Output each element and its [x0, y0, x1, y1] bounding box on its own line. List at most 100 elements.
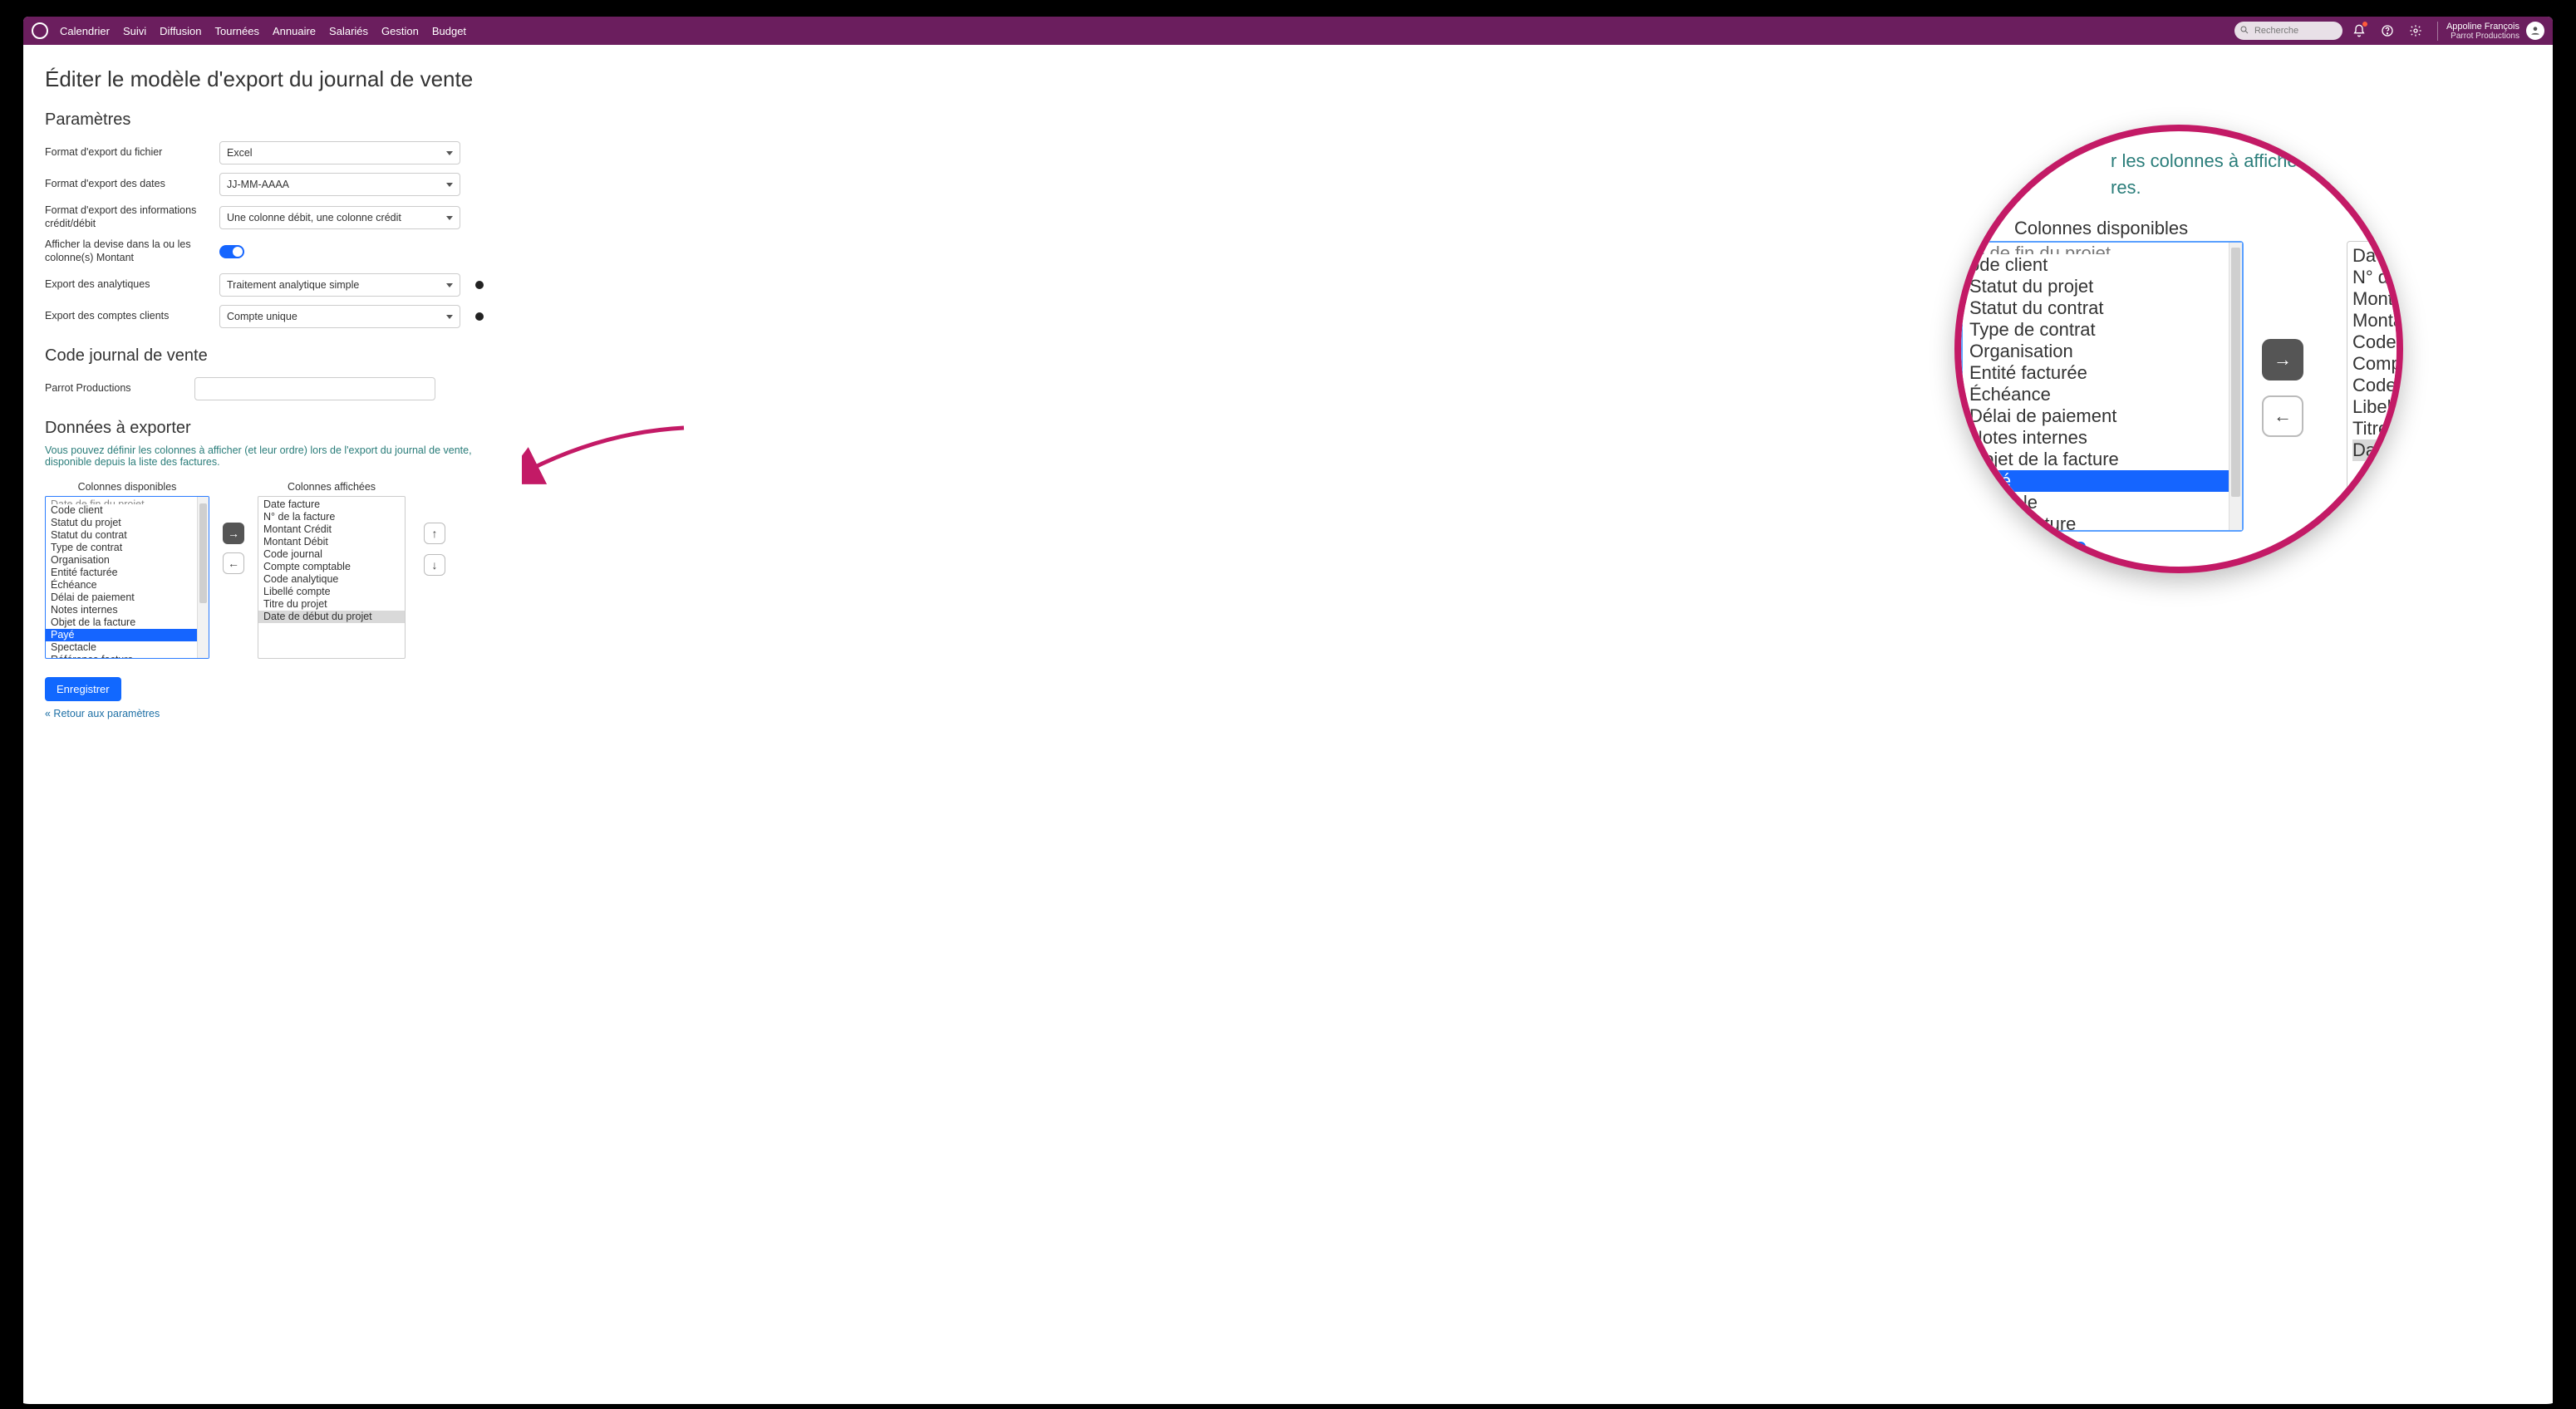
- back-link[interactable]: « Retour aux paramètres: [45, 708, 2531, 719]
- list-item[interactable]: Notes internes: [46, 604, 197, 616]
- move-up-button[interactable]: ↑: [424, 523, 445, 544]
- list-item[interactable]: Délai de paiement: [1963, 405, 2229, 427]
- list-item[interactable]: Type de contrat: [46, 542, 197, 554]
- client-accounts-select[interactable]: Compte unique: [219, 305, 460, 328]
- page-title: Éditer le modèle d'export du journal de …: [45, 66, 2531, 92]
- list-item[interactable]: Statut du projet: [46, 517, 197, 529]
- list-item[interactable]: Délai de paiement: [46, 592, 197, 604]
- move-right-button[interactable]: →: [2262, 339, 2303, 380]
- nav-item[interactable]: Suivi: [123, 25, 146, 37]
- move-left-button[interactable]: ←: [2262, 395, 2303, 437]
- user-block[interactable]: Appoline François Parrot Productions: [2437, 22, 2544, 41]
- available-cols-listbox-zoom[interactable]: te de fin du projet ode clientStatut du …: [1961, 241, 2244, 532]
- list-item[interactable]: Compte comptable: [258, 561, 405, 573]
- nav-item[interactable]: Gestion: [381, 25, 419, 37]
- bell-icon[interactable]: [2347, 19, 2371, 42]
- list-item[interactable]: Statut du contrat: [1963, 297, 2229, 319]
- move-right-button[interactable]: →: [223, 523, 244, 544]
- list-item[interactable]: Entité facturée: [1963, 362, 2229, 384]
- gear-icon[interactable]: [2404, 19, 2427, 42]
- help-text: Vous pouvez définir les colonnes à affic…: [45, 444, 494, 468]
- list-item[interactable]: Titre: [2352, 418, 2397, 439]
- list-item[interactable]: Code client: [46, 504, 197, 517]
- scrollbar[interactable]: [197, 497, 209, 658]
- move-down-button[interactable]: ↓: [424, 554, 445, 576]
- credit-debit-label: Format d'export des informations crédit/…: [45, 204, 219, 230]
- nav-item[interactable]: Budget: [432, 25, 466, 37]
- list-item[interactable]: N° d: [2352, 267, 2397, 288]
- list-item[interactable]: Spectacle: [46, 641, 197, 654]
- available-cols-title: Colonnes disponibles: [45, 481, 209, 493]
- list-item[interactable]: Code journal: [258, 548, 405, 561]
- magnifier-callout: r les colonnes à afficher (et leu res. C…: [1954, 125, 2403, 573]
- list-item[interactable]: Date: [2352, 439, 2397, 461]
- nav-item[interactable]: Diffusion: [160, 25, 201, 37]
- analytics-select[interactable]: Traitement analytique simple: [219, 273, 460, 297]
- list-item[interactable]: Code analytique: [258, 573, 405, 586]
- nav-item[interactable]: Annuaire: [273, 25, 316, 37]
- date-format-label: Format d'export des dates: [45, 178, 219, 191]
- help-icon[interactable]: [2376, 19, 2399, 42]
- avatar-icon: [2526, 22, 2544, 40]
- code-input[interactable]: [194, 377, 435, 400]
- available-cols-listbox[interactable]: Date de fin du projet Code clientStatut …: [45, 496, 209, 659]
- info-icon[interactable]: [475, 281, 484, 289]
- nav-item[interactable]: Tournées: [215, 25, 259, 37]
- list-item[interactable]: Notes internes: [1963, 427, 2229, 449]
- list-item[interactable]: Échéance: [1963, 384, 2229, 405]
- user-org: Parrot Productions: [2446, 32, 2519, 41]
- file-format-label: Format d'export du fichier: [45, 146, 219, 160]
- list-item[interactable]: Objet de la facture: [1963, 449, 2229, 470]
- list-item[interactable]: Type de contrat: [1963, 319, 2229, 341]
- info-icon[interactable]: [475, 312, 484, 321]
- list-item[interactable]: Échéance: [46, 579, 197, 592]
- top-nav: Calendrier Suivi Diffusion Tournées Annuaire…: [23, 17, 2553, 45]
- file-format-select[interactable]: Excel: [219, 141, 460, 164]
- list-item[interactable]: Libellé compte: [258, 586, 405, 598]
- list-item[interactable]: Montant Débit: [258, 536, 405, 548]
- date-format-select[interactable]: JJ-MM-AAAA: [219, 173, 460, 196]
- list-item[interactable]: Titre du projet: [258, 598, 405, 611]
- list-item[interactable]: Libelle: [2352, 396, 2397, 418]
- list-item[interactable]: Code a: [2352, 375, 2397, 396]
- list-item[interactable]: Payé: [1963, 470, 2229, 492]
- list-item[interactable]: Entité facturée: [46, 567, 197, 579]
- list-item[interactable]: Montant Crédit: [258, 523, 405, 536]
- help-text-fragment: res.: [2111, 176, 2372, 199]
- shown-cols-listbox[interactable]: Date factureN° de la factureMontant Créd…: [258, 496, 406, 659]
- scrollbar[interactable]: [2229, 243, 2242, 530]
- list-item[interactable]: Statut du contrat: [46, 529, 197, 542]
- search-input[interactable]: Recherche: [2234, 22, 2342, 40]
- list-item[interactable]: te de fin du projet: [1963, 243, 2229, 254]
- available-cols-title: Colonnes disponibles: [2014, 218, 2188, 239]
- list-item[interactable]: ode client: [1963, 254, 2229, 276]
- move-left-button[interactable]: ←: [223, 552, 244, 574]
- list-item[interactable]: Organisation: [46, 554, 197, 567]
- nav-item[interactable]: Calendrier: [60, 25, 110, 37]
- list-item[interactable]: Code j: [2352, 331, 2397, 353]
- list-item[interactable]: Organisation: [1963, 341, 2229, 362]
- list-item[interactable]: Date facture: [258, 498, 405, 511]
- list-item[interactable]: Date de début du projet: [258, 611, 405, 623]
- nav-item[interactable]: Salariés: [329, 25, 368, 37]
- help-text-fragment: r les colonnes à afficher (et leu: [2111, 150, 2359, 171]
- list-item[interactable]: Objet de la facture: [46, 616, 197, 629]
- list-item[interactable]: pectacle: [1963, 492, 2229, 513]
- list-item[interactable]: Da: [2352, 245, 2397, 267]
- shown-cols-listbox-zoom[interactable]: DaN° dMontMontaCode jComptCode aLibelleT…: [2347, 241, 2398, 515]
- list-item[interactable]: Compt: [2352, 353, 2397, 375]
- list-item[interactable]: Date de fin du projet: [46, 498, 197, 504]
- list-item[interactable]: Statut du projet: [1963, 276, 2229, 297]
- credit-debit-select[interactable]: Une colonne débit, une colonne crédit: [219, 206, 460, 229]
- list-item[interactable]: Payé: [46, 629, 197, 641]
- code-label: Parrot Productions: [45, 382, 194, 395]
- list-item[interactable]: N° de la facture: [258, 511, 405, 523]
- show-currency-toggle[interactable]: [219, 245, 244, 258]
- list-item[interactable]: Mont: [2352, 288, 2397, 310]
- list-item[interactable]: Monta: [2352, 310, 2397, 331]
- list-item[interactable]: Référence facture: [46, 654, 197, 658]
- list-item[interactable]: rence facture: [1963, 513, 2229, 530]
- search-placeholder: Recherche: [2254, 26, 2298, 36]
- user-name: Appoline François: [2446, 22, 2519, 32]
- save-button[interactable]: Enregistrer: [45, 677, 121, 701]
